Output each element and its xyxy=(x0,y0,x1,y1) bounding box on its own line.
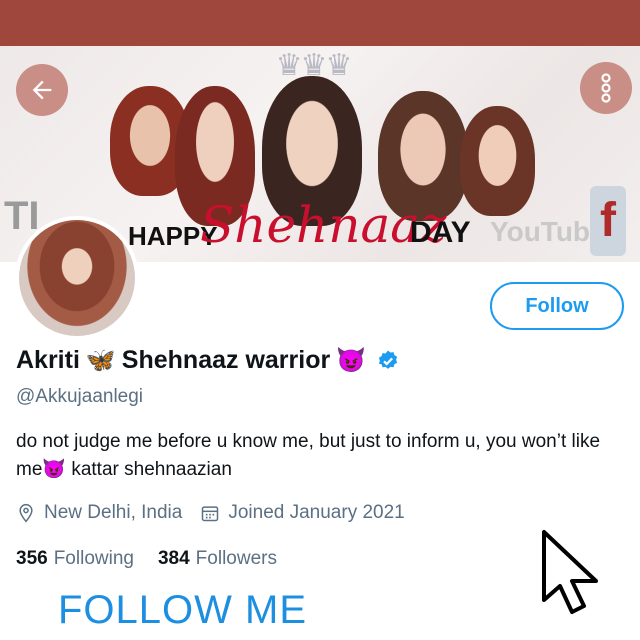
butterfly-emoji: 🦋 xyxy=(85,347,116,374)
location-pin-icon xyxy=(19,503,33,523)
location-item: New Delhi, India xyxy=(16,502,182,524)
avatar[interactable] xyxy=(15,216,139,340)
following-label: Following xyxy=(53,548,134,569)
devil-emoji: 😈 xyxy=(336,347,367,374)
joined-item: Joined January 2021 xyxy=(200,502,405,524)
youtube-logo: YouTube xyxy=(490,216,606,247)
profile-meta: New Delhi, India Joined January 2021 xyxy=(16,502,423,524)
profile-bio: do not judge me before u know me, but ju… xyxy=(16,431,601,480)
following-link[interactable]: 356 Following xyxy=(16,548,134,570)
follow-me-caption: FOLLOW ME xyxy=(58,588,308,632)
top-bar xyxy=(0,0,640,46)
mouse-pointer-icon xyxy=(542,530,598,614)
facebook-logo: f xyxy=(590,186,626,256)
crown-icon: ♛♛♛ xyxy=(275,49,353,82)
following-count: 356 xyxy=(16,548,48,569)
verified-badge-icon xyxy=(378,350,398,369)
followers-link[interactable]: 384 Followers xyxy=(158,548,277,570)
calendar-icon xyxy=(202,506,219,522)
banner-portrait xyxy=(460,106,535,216)
location-text: New Delhi, India xyxy=(44,502,183,523)
followers-label: Followers xyxy=(195,548,277,569)
display-name-first: Akriti xyxy=(16,346,80,374)
joined-text: Joined January 2021 xyxy=(228,502,405,523)
display-name: Akriti 🦋 Shehnaaz warrior 😈 xyxy=(16,346,400,375)
username-handle: @Akkujaanlegi xyxy=(16,386,144,407)
banner-day-text: DAY xyxy=(410,216,471,249)
follow-button[interactable]: Follow xyxy=(490,282,624,330)
display-name-rest: Shehnaaz warrior xyxy=(121,346,331,374)
more-vertical-icon xyxy=(601,73,611,103)
more-options-button[interactable] xyxy=(580,62,632,114)
followers-count: 384 xyxy=(157,548,190,569)
back-arrow-icon xyxy=(32,80,52,100)
back-button[interactable] xyxy=(16,64,68,116)
avatar-image xyxy=(19,220,135,336)
follow-stats: 356 Following 384 Followers xyxy=(16,548,301,570)
